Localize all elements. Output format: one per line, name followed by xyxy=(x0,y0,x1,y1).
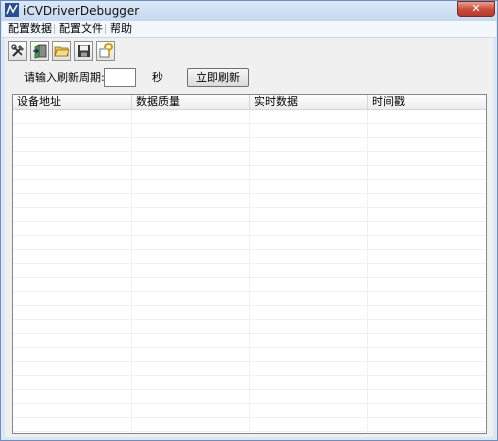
tools-button[interactable] xyxy=(8,41,27,61)
column-header-data-quality[interactable]: 数据质量 xyxy=(132,95,250,109)
open-door-button[interactable] xyxy=(30,41,49,61)
open-folder-button[interactable] xyxy=(52,41,71,61)
menu-bar: 配置数据 配置文件 帮助 xyxy=(2,21,496,38)
menu-separator xyxy=(105,24,106,34)
close-button[interactable]: ✕ xyxy=(457,1,495,17)
column-gridline xyxy=(367,110,368,433)
app-icon xyxy=(5,3,19,17)
folder-icon xyxy=(54,46,70,57)
table-header: 设备地址 数据质量 实时数据 时间戳 xyxy=(13,95,486,110)
tools-icon xyxy=(11,44,25,57)
title-bar[interactable]: iCVDriverDebugger ✕ xyxy=(1,1,497,21)
column-gridline xyxy=(249,110,250,433)
menu-separator xyxy=(54,24,55,34)
client-area: 请输入刷新周期: 秒 立即刷新 设备地址 数据质量 实时数据 时间戳 xyxy=(5,38,493,437)
menu-item-config-data[interactable]: 配置数据 xyxy=(6,22,54,36)
refresh-period-label: 请输入刷新周期: xyxy=(24,71,105,84)
menu-item-config-file[interactable]: 配置文件 xyxy=(57,22,105,36)
column-header-device-address[interactable]: 设备地址 xyxy=(13,95,132,109)
column-header-timestamp[interactable]: 时间戳 xyxy=(368,95,486,109)
refresh-period-input[interactable] xyxy=(104,68,136,87)
column-gridline xyxy=(131,110,132,433)
help-button[interactable] xyxy=(96,41,115,61)
window-title: iCVDriverDebugger xyxy=(23,4,140,18)
seconds-unit-label: 秒 xyxy=(152,71,163,84)
save-button[interactable] xyxy=(74,41,93,61)
data-table[interactable]: 设备地址 数据质量 实时数据 时间戳 xyxy=(12,94,487,434)
help-icon xyxy=(99,43,114,58)
menu-item-help[interactable]: 帮助 xyxy=(108,22,134,36)
save-icon xyxy=(78,45,90,57)
refresh-now-button[interactable]: 立即刷新 xyxy=(187,68,249,87)
open-door-icon xyxy=(33,44,47,59)
app-window: iCVDriverDebugger ✕ 配置数据 配置文件 帮助 请输入刷新周期… xyxy=(0,0,498,441)
column-header-realtime-data[interactable]: 实时数据 xyxy=(250,95,368,109)
